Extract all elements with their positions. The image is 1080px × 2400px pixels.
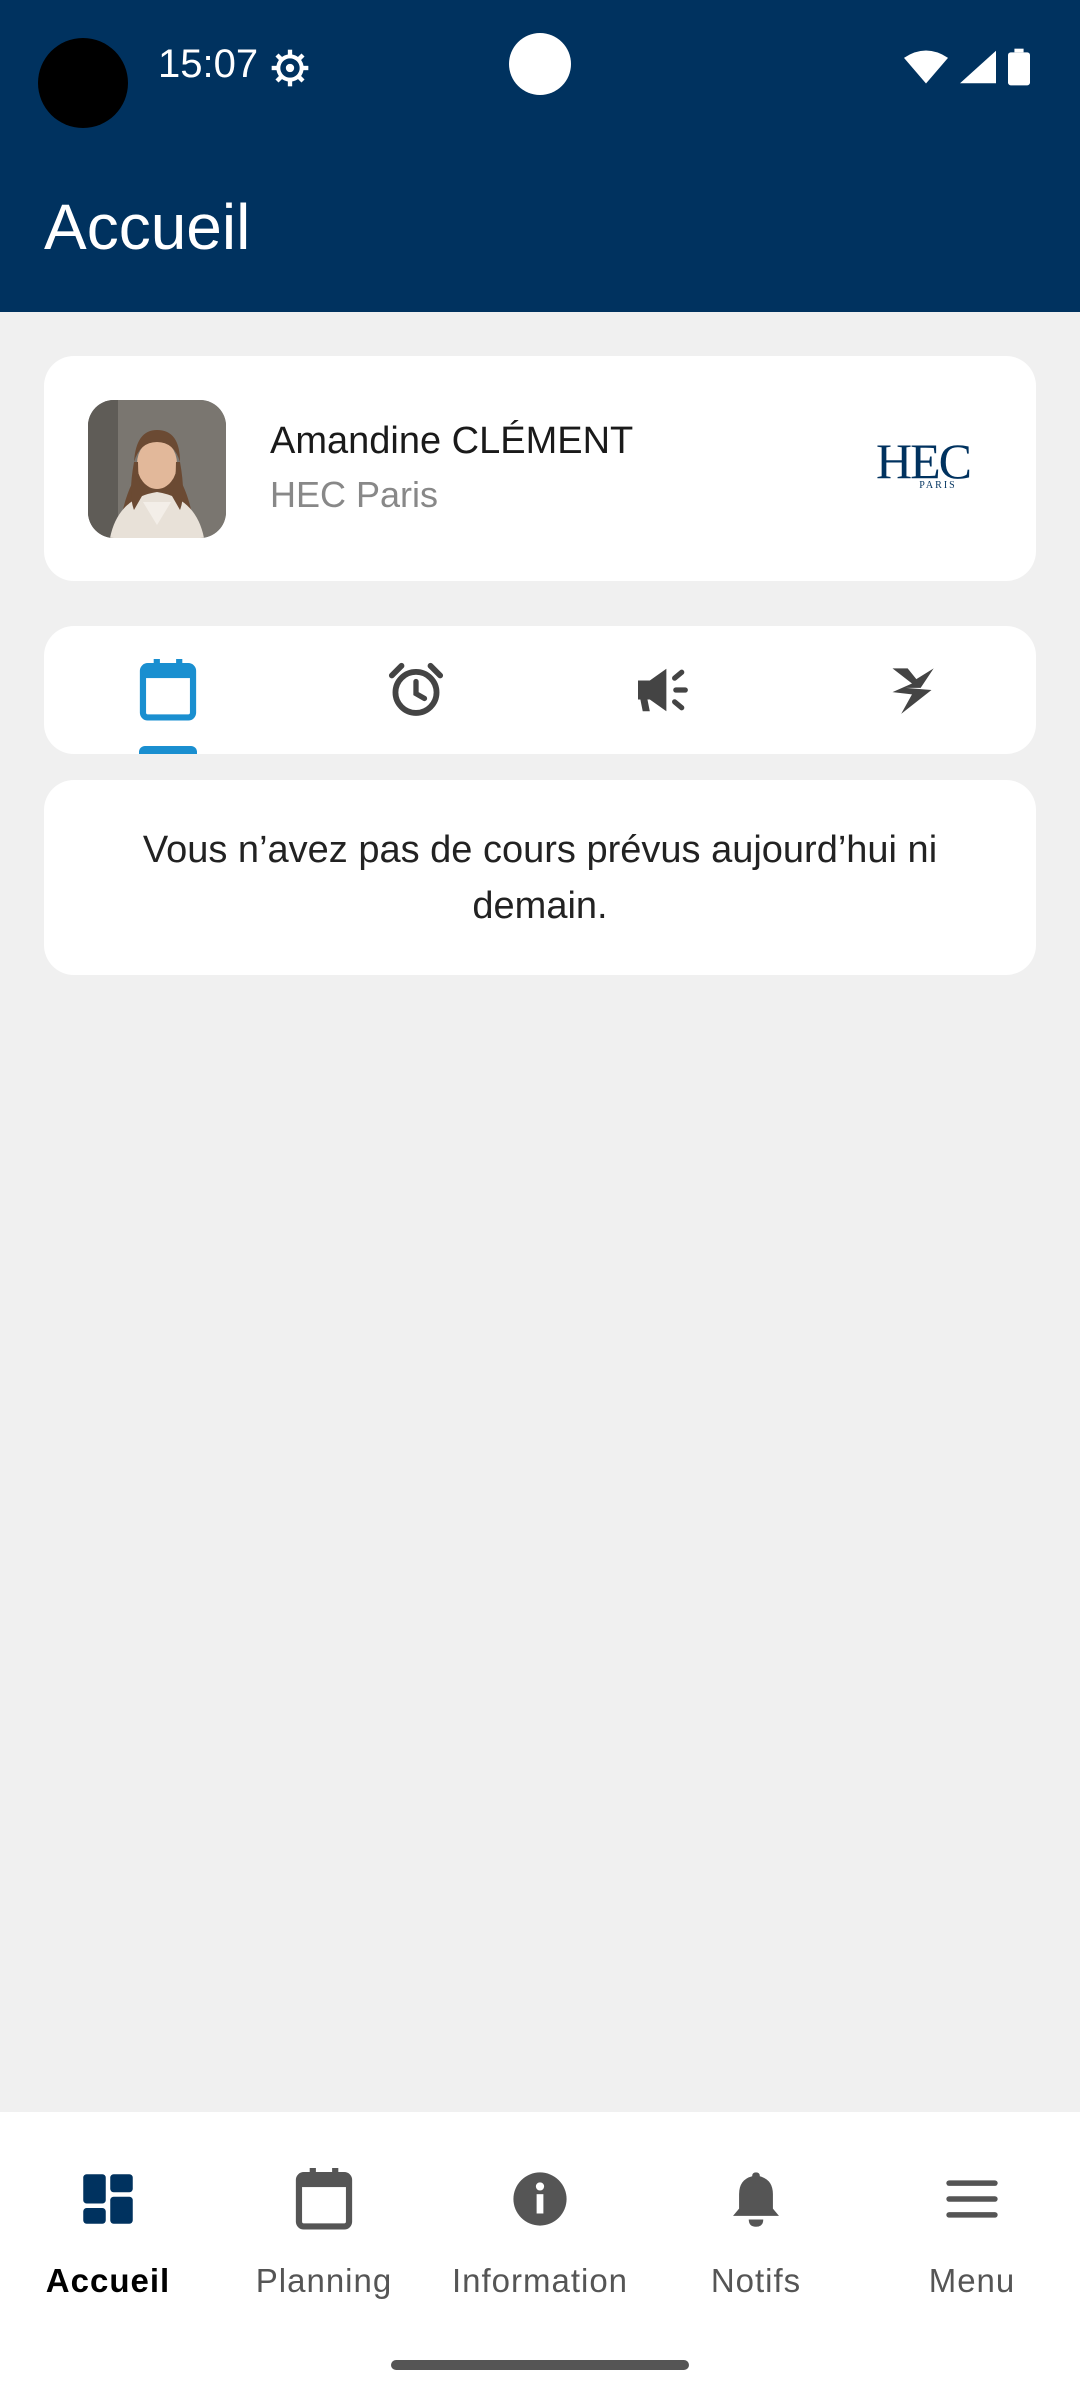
no-classes-card: Vous n’avez pas de cours prévus aujourd’…	[44, 780, 1036, 975]
status-time: 15:07	[158, 42, 259, 86]
nav-label: Planning	[255, 2262, 393, 2299]
app-header: 15:07 Accueil	[0, 0, 1080, 312]
settings-gear-icon	[271, 49, 309, 87]
nav-menu[interactable]: Menu	[864, 2112, 1080, 2312]
tab-flash[interactable]	[788, 626, 1036, 754]
no-classes-message: Vous n’avez pas de cours prévus aujourd’…	[142, 828, 938, 927]
alarm-clock-icon	[388, 662, 444, 716]
wifi-icon	[904, 50, 948, 84]
status-icons	[904, 48, 1030, 86]
nav-label: Notifs	[710, 2262, 802, 2299]
hec-logo: HEC PARIS	[868, 436, 978, 496]
page-title: Accueil	[44, 191, 251, 263]
info-icon	[513, 2172, 567, 2226]
profile-name: Amandine CLÉMENT	[270, 420, 634, 462]
profile-card[interactable]: Amandine CLÉMENT HEC Paris HEC PARIS	[44, 356, 1036, 581]
menu-icon	[946, 2180, 998, 2218]
profile-school: HEC Paris	[270, 474, 439, 515]
flash-icon	[892, 668, 934, 714]
avatar-portrait-icon	[88, 400, 226, 538]
avatar	[88, 400, 226, 538]
nav-accueil[interactable]: Accueil	[0, 2112, 216, 2312]
tab-alarm[interactable]	[292, 626, 540, 754]
nav-information[interactable]: Information	[432, 2112, 648, 2312]
camera-cutout	[38, 38, 128, 128]
nav-label: Menu	[928, 2262, 1016, 2299]
bottom-navigation: Accueil Planning Information Notifs Menu	[0, 2112, 1080, 2400]
status-dot	[509, 33, 571, 95]
calendar-icon	[295, 2168, 353, 2230]
bell-icon	[733, 2172, 779, 2227]
tab-announcements[interactable]	[540, 626, 788, 754]
calendar-icon	[139, 659, 197, 721]
nav-planning[interactable]: Planning	[216, 2112, 432, 2312]
home-tabs	[44, 626, 1036, 754]
signal-icon	[960, 50, 996, 84]
tab-active-indicator	[139, 746, 197, 754]
tab-calendar[interactable]	[44, 626, 292, 754]
nav-label: Accueil	[45, 2262, 171, 2299]
gesture-home-bar[interactable]	[391, 2360, 689, 2370]
hec-logo-text: HEC	[876, 433, 972, 489]
dashboard-icon	[83, 2174, 133, 2224]
megaphone-icon	[638, 668, 688, 712]
nav-label: Information	[451, 2262, 629, 2299]
battery-icon	[1008, 48, 1030, 86]
nav-notifs[interactable]: Notifs	[648, 2112, 864, 2312]
